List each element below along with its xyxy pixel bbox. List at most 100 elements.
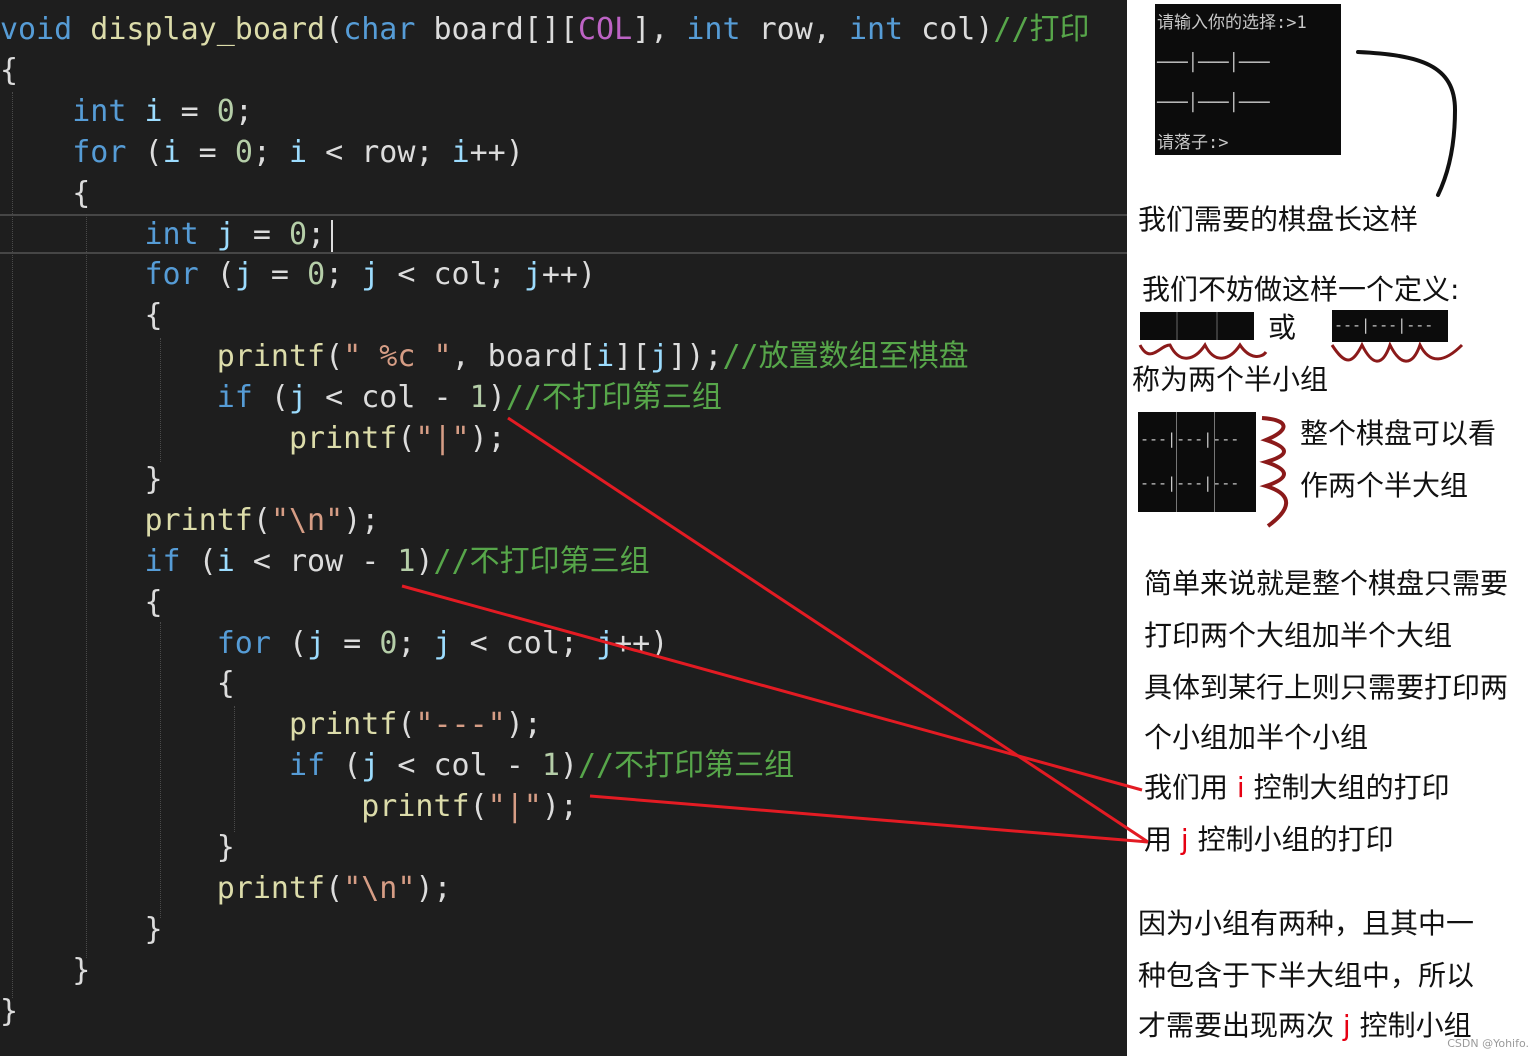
code-token: board[][ (415, 12, 578, 47)
code-token: ); (541, 789, 578, 825)
code-token: ( (397, 421, 416, 456)
note-simple-4: 个小组加半个小组 (1144, 721, 1369, 754)
code-line[interactable]: } (0, 951, 90, 991)
code-line[interactable]: void display_board(char board[][COL], in… (0, 10, 1090, 50)
code-token: ); (415, 870, 452, 906)
code-line[interactable]: printf("|"); (0, 787, 578, 827)
code-token: j (433, 625, 452, 661)
code-token: ( (126, 134, 163, 170)
code-token: int (686, 12, 741, 47)
code-token: //放置数组至棋盘 (722, 339, 969, 375)
code-token: //不打印第三组 (433, 543, 650, 579)
code-line[interactable]: } (0, 460, 163, 500)
code-token: ; (252, 134, 289, 170)
code-token: printf (216, 870, 326, 906)
code-line[interactable]: if (j < col - 1)//不打印第三组 (0, 746, 794, 786)
code-token: ( (325, 339, 344, 375)
code-token: } (0, 911, 163, 947)
code-token: 0 (216, 93, 235, 129)
code-token: j (361, 257, 380, 293)
code-token: col) (903, 12, 994, 47)
code-token: printf (216, 339, 326, 375)
code-token: = (325, 625, 380, 661)
code-token: = (252, 257, 308, 293)
code-line[interactable]: for (j = 0; j < col; j++) (0, 255, 597, 295)
note-because-3-variable: j (1342, 1009, 1351, 1042)
console-board-row-1: ───│───│─── (1157, 53, 1270, 73)
code-token: ( (325, 12, 344, 47)
code-token: ; (307, 216, 326, 252)
mini-board-row: ---|---|--- (1334, 316, 1434, 334)
code-line[interactable]: if (i < row - 1)//不打印第三组 (0, 542, 650, 582)
code-token: printf (288, 421, 398, 456)
code-token: < col - (307, 380, 470, 416)
code-token: { (0, 175, 91, 211)
code-editor[interactable]: void display_board(char board[][COL], in… (0, 0, 1127, 1056)
code-line[interactable]: { (0, 664, 235, 704)
code-token: j (650, 339, 669, 375)
whole-board-example: ---|---|--- ---|---|--- (1138, 412, 1256, 512)
code-token: COL (578, 12, 633, 47)
code-token: ( (270, 625, 308, 661)
code-line[interactable]: printf(" %c ", board[i][j]);//放置数组至棋盘 (0, 337, 969, 377)
note-whole-board-2: 作两个半大组 (1300, 469, 1469, 502)
code-line[interactable]: if (j < col - 1)//不打印第三组 (0, 378, 722, 418)
code-token: int (848, 12, 904, 47)
code-line[interactable]: printf("\n"); (0, 869, 452, 909)
code-token: for (144, 257, 199, 293)
code-token: 1 (397, 543, 416, 579)
code-line[interactable]: printf("\n"); (0, 501, 380, 541)
code-token: j (523, 257, 542, 293)
code-line[interactable]: for (i = 0; i < row; i++) (0, 133, 524, 173)
code-line[interactable]: { (0, 583, 162, 623)
code-token: ) (487, 380, 506, 416)
console-board-row-2: ───│───│─── (1157, 93, 1270, 113)
code-token: ++) (541, 257, 597, 293)
code-token: ++) (469, 134, 524, 170)
code-line[interactable]: } (0, 992, 18, 1032)
code-token: for (72, 134, 127, 170)
code-line[interactable]: for (j = 0; j < col; j++) (0, 624, 669, 664)
code-line[interactable]: { (0, 296, 163, 336)
half-small-group-example-1 (1140, 312, 1254, 340)
note-because-3-prefix: 才需要出现两次 (1138, 1009, 1343, 1042)
code-token: ], (632, 12, 687, 47)
code-token: j (361, 748, 380, 784)
wavy-underline-2 (1330, 341, 1464, 363)
code-token: } (0, 993, 19, 1029)
code-token: ); (469, 421, 506, 456)
code-line[interactable]: } (0, 910, 163, 950)
black-curved-arrow (1356, 50, 1458, 197)
code-token: ) (415, 543, 434, 579)
note-simple-2: 打印两个大组加半个大组 (1144, 619, 1453, 652)
code-token: } (0, 461, 163, 497)
text-caret (331, 220, 333, 252)
code-token: ]); (668, 339, 723, 375)
code-token: //不打印第三组 (505, 380, 722, 416)
code-token: j (216, 216, 235, 252)
code-token: printf (288, 707, 398, 743)
code-token: { (0, 298, 163, 334)
code-token: { (0, 666, 235, 702)
code-line[interactable]: } (0, 828, 235, 868)
code-line[interactable]: int j = 0; (0, 215, 326, 255)
note-use-i: 我们用 i 控制大组的打印 (1144, 770, 1450, 806)
note-use-j-suffix: 控制小组的打印 (1188, 823, 1394, 856)
code-token: " %c " (343, 339, 452, 375)
note-whole-board-1: 整个棋盘可以看 (1300, 417, 1497, 450)
code-line[interactable]: printf("---"); (0, 705, 542, 745)
note-use-j-prefix: 用 (1144, 823, 1181, 856)
code-line[interactable]: int i = 0; (0, 92, 253, 132)
code-line[interactable]: { (0, 174, 90, 214)
code-token: printf (144, 502, 253, 538)
code-line[interactable]: printf("|"); (0, 419, 506, 459)
code-line[interactable]: { (0, 51, 18, 91)
